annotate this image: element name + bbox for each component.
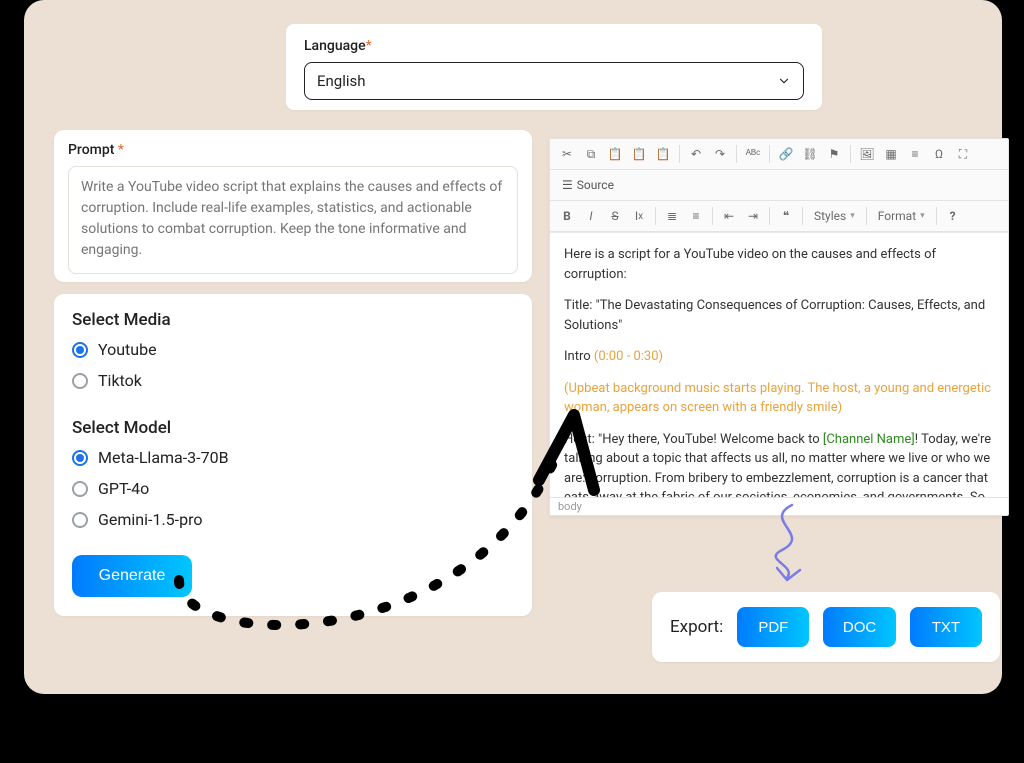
source-label: Source [577, 178, 614, 192]
spellcheck-icon[interactable]: ᴬᴮᶜ [742, 143, 764, 165]
export-doc-button[interactable]: DOC [823, 607, 895, 647]
model-section-title: Select Model [72, 418, 514, 438]
language-label-text: Language [304, 38, 366, 54]
prompt-card: Prompt * [54, 130, 532, 282]
styles-dropdown[interactable]: Styles [808, 205, 861, 227]
editor-line: Here is a script for a YouTube video on … [564, 245, 994, 284]
table-icon[interactable]: ▦ [880, 143, 902, 165]
editor-status-bar: body [550, 497, 1008, 515]
italic-icon[interactable]: I [580, 205, 602, 227]
editor-line: Host: "Hey there, YouTube! Welcome back … [564, 430, 994, 498]
numbered-list-icon[interactable]: ≣ [661, 205, 683, 227]
export-pdf-button[interactable]: PDF [737, 607, 809, 647]
toolbar-separator [736, 145, 737, 163]
radio-icon [72, 512, 88, 528]
generate-button[interactable]: Generate [72, 555, 192, 597]
required-indicator: * [118, 142, 124, 158]
indent-icon[interactable]: ⇥ [742, 205, 764, 227]
copy-icon[interactable]: ⧉ [580, 143, 602, 165]
format-dropdown[interactable]: Format [872, 205, 931, 227]
required-indicator: * [366, 38, 372, 54]
media-option-tiktok[interactable]: Tiktok [72, 371, 514, 390]
radio-icon [72, 342, 88, 358]
maximize-icon[interactable]: ⛶ [952, 143, 974, 165]
model-option-label: GPT-4o [98, 479, 149, 498]
editor-content[interactable]: Here is a script for a YouTube video on … [550, 232, 1008, 497]
export-txt-button[interactable]: TXT [910, 607, 982, 647]
prompt-input[interactable] [68, 166, 518, 274]
editor-card: ✂ ⧉ 📋 📋 📋 ↶ ↷ ᴬᴮᶜ 🔗 ⛓ ⚑ 🖼 ▦ ≡ Ω ⛶ [549, 138, 1009, 516]
toolbar-separator [769, 145, 770, 163]
source-icon: ☰ [562, 178, 573, 192]
hr-icon[interactable]: ≡ [904, 143, 926, 165]
media-section-title: Select Media [72, 310, 514, 330]
media-option-label: Youtube [98, 340, 157, 359]
channel-name-placeholder: [Channel Name] [823, 432, 915, 447]
toolbar-separator [769, 207, 770, 225]
paste-word-icon[interactable]: 📋 [652, 143, 674, 165]
redo-icon[interactable]: ↷ [709, 143, 731, 165]
toolbar-separator [850, 145, 851, 163]
undo-icon[interactable]: ↶ [685, 143, 707, 165]
prompt-label-text: Prompt [68, 142, 114, 158]
model-option-label: Meta-Llama-3-70B [98, 448, 229, 467]
editor-line-stage-direction: (Upbeat background music starts playing.… [564, 379, 994, 418]
toolbar-separator [936, 207, 937, 225]
radio-icon [72, 481, 88, 497]
editor-line: Title: "The Devastating Consequences of … [564, 296, 994, 335]
image-icon[interactable]: 🖼 [856, 143, 878, 165]
link-icon[interactable]: 🔗 [775, 143, 797, 165]
anchor-icon[interactable]: ⚑ [823, 143, 845, 165]
toolbar-separator [679, 145, 680, 163]
toolbar-separator [866, 207, 867, 225]
source-button[interactable]: ☰ Source [556, 174, 620, 196]
language-select[interactable]: English [304, 62, 804, 100]
model-option-gemini[interactable]: Gemini-1.5-pro [72, 510, 514, 529]
strike-icon[interactable]: S [604, 205, 626, 227]
help-icon[interactable]: ? [942, 205, 964, 227]
language-label: Language* [304, 38, 804, 54]
language-card: Language* English [286, 24, 822, 110]
editor-toolbar-row-3: B I S Ix ≣ ≡ ⇤ ⇥ ❝ Styles Format ? [550, 201, 1008, 232]
timestamp: (0:00 - 0:30) [594, 349, 663, 364]
unlink-icon[interactable]: ⛓ [799, 143, 821, 165]
export-card: Export: PDF DOC TXT [652, 592, 1000, 662]
paste-icon[interactable]: 📋 [604, 143, 626, 165]
remove-format-icon[interactable]: Ix [628, 205, 650, 227]
prompt-label: Prompt * [68, 142, 518, 158]
toolbar-separator [655, 207, 656, 225]
paste-text-icon[interactable]: 📋 [628, 143, 650, 165]
editor-toolbar-row-2: ☰ Source [550, 170, 1008, 201]
outdent-icon[interactable]: ⇤ [718, 205, 740, 227]
model-option-label: Gemini-1.5-pro [98, 510, 202, 529]
model-option-meta-llama[interactable]: Meta-Llama-3-70B [72, 448, 514, 467]
editor-line: Intro (0:00 - 0:30) [564, 347, 994, 367]
bullet-list-icon[interactable]: ≡ [685, 205, 707, 227]
editor-toolbar-row-1: ✂ ⧉ 📋 📋 📋 ↶ ↷ ᴬᴮᶜ 🔗 ⛓ ⚑ 🖼 ▦ ≡ Ω ⛶ [550, 139, 1008, 170]
chevron-down-icon [777, 74, 791, 88]
radio-icon [72, 450, 88, 466]
bold-icon[interactable]: B [556, 205, 578, 227]
media-option-label: Tiktok [98, 371, 142, 390]
specialchar-icon[interactable]: Ω [928, 143, 950, 165]
language-selected-value: English [317, 72, 366, 90]
radio-icon [72, 373, 88, 389]
toolbar-separator [712, 207, 713, 225]
cut-icon[interactable]: ✂ [556, 143, 578, 165]
blockquote-icon[interactable]: ❝ [775, 205, 797, 227]
options-card: Select Media Youtube Tiktok Select Model… [54, 294, 532, 616]
model-option-gpt4o[interactable]: GPT-4o [72, 479, 514, 498]
toolbar-separator [802, 207, 803, 225]
media-option-youtube[interactable]: Youtube [72, 340, 514, 359]
export-label: Export: [670, 617, 723, 637]
